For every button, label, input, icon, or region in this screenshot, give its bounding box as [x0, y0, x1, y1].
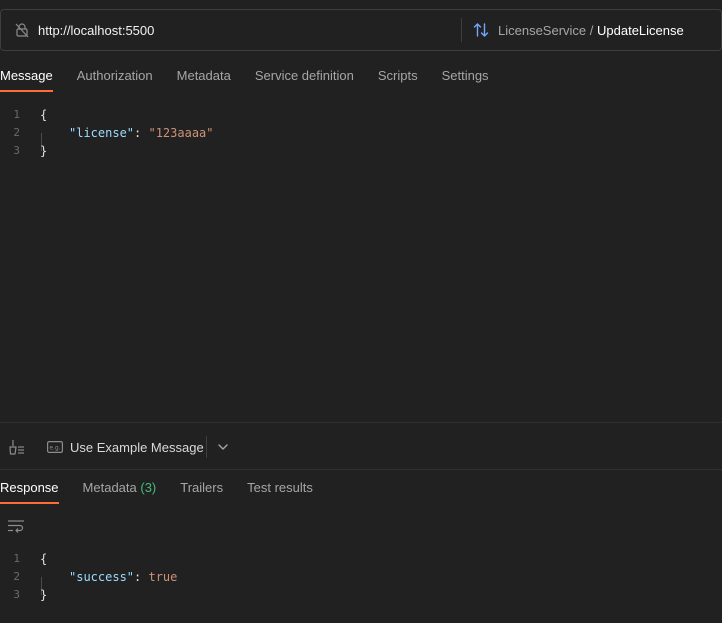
message-editor[interactable]: 1 { 2 "license": "123aaaa" 3 } — [0, 106, 722, 406]
open-brace: { — [40, 108, 48, 122]
wrap-lines-icon[interactable] — [7, 518, 25, 534]
request-tabs: Message Authorization Metadata Service d… — [0, 66, 513, 96]
line-number: 3 — [13, 144, 20, 157]
code-line: 1 { — [0, 106, 722, 124]
line-number: 3 — [13, 588, 20, 601]
tab-trailers[interactable]: Trailers — [180, 478, 223, 508]
json-value: true — [148, 570, 178, 584]
beautify-icon[interactable] — [7, 438, 25, 456]
tab-service-definition[interactable]: Service definition — [255, 66, 354, 96]
json-key: "license" — [69, 126, 135, 140]
tab-test-results[interactable]: Test results — [247, 478, 313, 508]
close-brace: } — [40, 144, 48, 158]
code-line: 1 { — [0, 550, 722, 568]
line-number: 1 — [13, 108, 20, 121]
json-pair: "license": "123aaaa" — [69, 124, 214, 142]
json-key: "success" — [69, 570, 135, 584]
code-line: 2 "success": true — [0, 568, 722, 586]
breadcrumb-separator: / — [586, 23, 597, 38]
json-value: "123aaaa" — [148, 126, 214, 140]
use-example-message-button[interactable]: e.g. Use Example Message — [47, 437, 204, 457]
code-line: 2 "license": "123aaaa" — [0, 124, 722, 142]
response-tabs: Response Metadata (3) Trailers Test resu… — [0, 478, 337, 508]
chevron-down-icon[interactable] — [216, 440, 230, 454]
tab-response-metadata-label: Metadata — [82, 480, 137, 495]
no-auth-lock-icon — [15, 23, 29, 38]
unary-method-icon — [473, 23, 489, 37]
tab-response-metadata[interactable]: Metadata (3) — [83, 478, 157, 508]
open-brace: { — [40, 552, 48, 566]
json-colon: : — [134, 126, 149, 140]
code-line: 3 } — [0, 586, 722, 604]
toolbar-divider — [206, 436, 207, 458]
close-brace: } — [40, 588, 48, 602]
method-breadcrumb[interactable]: LicenseService / UpdateLicense — [498, 23, 684, 38]
line-number: 2 — [13, 126, 20, 139]
use-example-message-label: Use Example Message — [70, 439, 204, 455]
url-bar[interactable]: http://localhost:5500 LicenseService / U… — [0, 9, 722, 51]
json-pair: "success": true — [69, 568, 177, 586]
svg-text:e.g.: e.g. — [49, 445, 60, 452]
json-colon: : — [134, 570, 149, 584]
service-name[interactable]: LicenseService — [498, 23, 586, 38]
method-name[interactable]: UpdateLicense — [597, 23, 684, 38]
message-toolbar: e.g. Use Example Message — [0, 422, 722, 470]
tab-scripts[interactable]: Scripts — [378, 66, 418, 96]
response-viewer[interactable]: 1 { 2 "success": true 3 } — [0, 550, 722, 610]
tab-response[interactable]: Response — [0, 478, 59, 508]
example-message-icon: e.g. — [47, 441, 63, 453]
metadata-count-badge: (3) — [140, 480, 157, 495]
tab-settings[interactable]: Settings — [442, 66, 489, 96]
tab-authorization[interactable]: Authorization — [77, 66, 153, 96]
line-number: 1 — [13, 552, 20, 565]
code-line: 3 } — [0, 142, 722, 160]
url-bar-divider — [461, 18, 462, 42]
line-number: 2 — [13, 570, 20, 583]
server-url[interactable]: http://localhost:5500 — [38, 23, 154, 38]
tab-message[interactable]: Message — [0, 66, 53, 96]
tab-metadata[interactable]: Metadata — [177, 66, 231, 96]
